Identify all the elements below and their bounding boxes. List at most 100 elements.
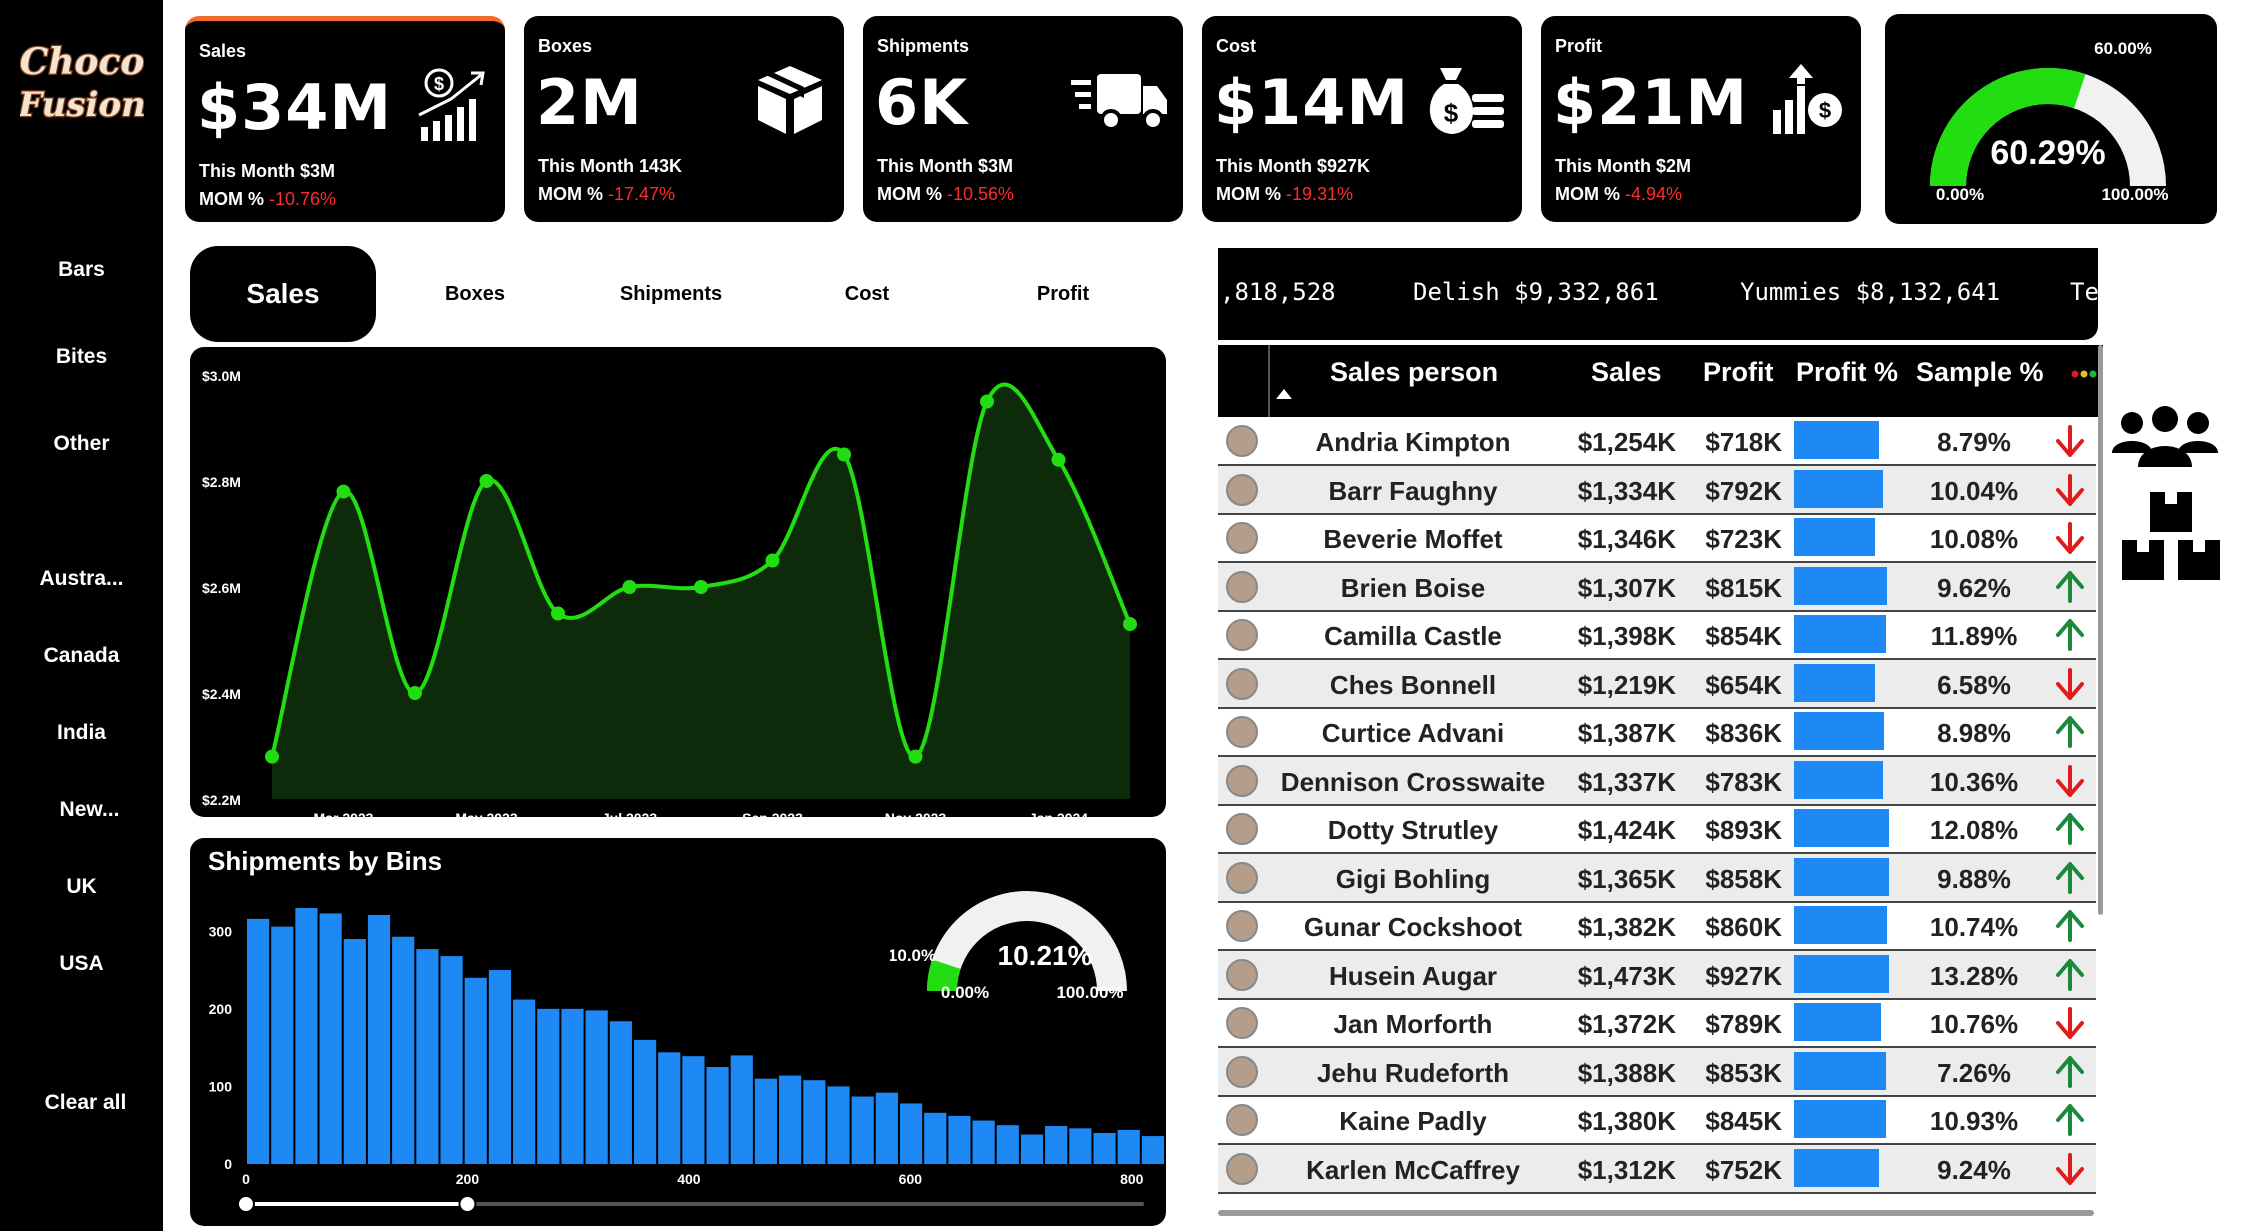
- table-row[interactable]: Jehu Rudeforth $1,388K $853K 7.26%: [1218, 1047, 2096, 1097]
- table-row[interactable]: Karlen McCaffrey $1,312K $752K 9.24%: [1218, 1144, 2096, 1194]
- table-horizontal-scrollbar[interactable]: [1218, 1210, 2094, 1216]
- data-point[interactable]: [837, 447, 851, 462]
- table-row[interactable]: Dotty Strutley $1,424K $893K 12.08%: [1218, 805, 2096, 854]
- histogram-bar[interactable]: [440, 956, 463, 1164]
- table-row[interactable]: Gigi Bohling $1,365K $858K 9.88%: [1218, 853, 2096, 903]
- histogram-bar[interactable]: [948, 1115, 971, 1164]
- histogram-bar[interactable]: [295, 908, 318, 1164]
- table-row[interactable]: Brien Boise $1,307K $815K 9.62%: [1218, 562, 2096, 612]
- col-profit-pct[interactable]: Profit %: [1796, 357, 1898, 388]
- table-row[interactable]: Dennison Crosswaite $1,337K $783K 10.36%: [1218, 756, 2096, 806]
- table-row[interactable]: Camilla Castle $1,398K $854K 11.89%: [1218, 611, 2096, 660]
- histogram-bar[interactable]: [658, 1052, 681, 1164]
- histogram-bar[interactable]: [682, 1056, 705, 1164]
- histogram-bar[interactable]: [1069, 1128, 1092, 1164]
- histogram-bar[interactable]: [996, 1125, 1019, 1164]
- histogram-bar[interactable]: [343, 939, 366, 1164]
- clear-all-button[interactable]: Clear all: [4, 1091, 167, 1115]
- slicer-product-bars[interactable]: Bars: [0, 258, 163, 282]
- histogram-bar[interactable]: [633, 1039, 657, 1164]
- slicer-product-bites[interactable]: Bites: [0, 345, 163, 369]
- tab-sales[interactable]: Sales: [190, 246, 376, 342]
- col-sample-pct[interactable]: Sample %: [1916, 357, 2044, 388]
- table-row[interactable]: Gunar Cockshoot $1,382K $860K 10.74%: [1218, 902, 2096, 951]
- sort-ascending-icon[interactable]: [1274, 387, 1294, 401]
- tab-shipments[interactable]: Shipments: [578, 246, 764, 342]
- tab-boxes[interactable]: Boxes: [382, 246, 568, 342]
- histogram-bar[interactable]: [247, 918, 270, 1164]
- profit-pct-bar: [1794, 906, 1887, 944]
- data-point[interactable]: [479, 474, 494, 488]
- histogram-bar[interactable]: [1020, 1134, 1044, 1164]
- data-point[interactable]: [980, 394, 994, 409]
- histogram-bar[interactable]: [1117, 1129, 1140, 1164]
- histogram-bar[interactable]: [367, 914, 391, 1164]
- range-slider-low-handle[interactable]: [237, 1195, 255, 1213]
- slicer-product-other[interactable]: Other: [0, 432, 163, 456]
- histogram-bar[interactable]: [609, 1021, 632, 1164]
- col-profit[interactable]: Profit: [1703, 357, 1774, 388]
- data-point[interactable]: [1051, 452, 1066, 467]
- histogram-bar[interactable]: [464, 977, 487, 1164]
- data-point[interactable]: [908, 749, 923, 764]
- histogram-bar[interactable]: [803, 1080, 826, 1164]
- slicer-country-uk[interactable]: UK: [0, 875, 163, 899]
- cell-sales: $1,337K: [1577, 766, 1676, 797]
- table-row[interactable]: Andria Kimpton $1,254K $718K 8.79%: [1218, 417, 2096, 466]
- tab-profit[interactable]: Profit: [970, 246, 1156, 342]
- tab-cost[interactable]: Cost: [774, 246, 960, 342]
- histogram-bar[interactable]: [754, 1078, 778, 1164]
- table-row[interactable]: Barr Faughny $1,334K $792K 10.04%: [1218, 465, 2096, 515]
- data-point[interactable]: [622, 580, 637, 594]
- histogram-bar[interactable]: [392, 936, 415, 1164]
- data-point[interactable]: [265, 749, 279, 764]
- table-row[interactable]: Ches Bonnell $1,219K $654K 6.58%: [1218, 659, 2096, 709]
- slicer-country-usa[interactable]: USA: [0, 952, 163, 976]
- table-row[interactable]: Jan Morforth $1,372K $789K 10.76%: [1218, 999, 2096, 1048]
- table-row[interactable]: Husein Augar $1,473K $927K 13.28%: [1218, 950, 2096, 1000]
- histogram-bar[interactable]: [561, 1008, 584, 1164]
- histogram-bar[interactable]: [585, 1010, 608, 1164]
- histogram-bar[interactable]: [513, 999, 536, 1164]
- col-sales-person[interactable]: Sales person: [1330, 357, 1498, 388]
- data-point[interactable]: [765, 553, 780, 568]
- x-tick-label: Sep 2023: [742, 810, 803, 817]
- histogram-bar[interactable]: [706, 1067, 729, 1164]
- histogram-bar[interactable]: [319, 913, 342, 1164]
- slicer-country-australia[interactable]: Austra...: [0, 567, 163, 591]
- histogram-bar[interactable]: [271, 926, 294, 1164]
- histogram-bar[interactable]: [416, 949, 439, 1164]
- x-tick-label: Jul 2023: [602, 810, 657, 817]
- data-point[interactable]: [408, 686, 422, 700]
- histogram-bar[interactable]: [972, 1120, 995, 1164]
- histogram-bar[interactable]: [924, 1112, 947, 1164]
- data-point[interactable]: [1123, 617, 1137, 632]
- cell-sample-pct: 10.08%: [1929, 524, 2019, 554]
- brand-sales-ticker: ,818,528 Delish $9,332,861 Yummies $8,13…: [1218, 248, 2098, 340]
- histogram-bar[interactable]: [899, 1103, 923, 1164]
- table-row[interactable]: Kaine Padly $1,380K $845K 10.93%: [1218, 1096, 2096, 1145]
- histogram-bar[interactable]: [1045, 1125, 1068, 1164]
- data-point[interactable]: [336, 484, 351, 499]
- histogram-bar[interactable]: [827, 1086, 850, 1164]
- data-point[interactable]: [694, 580, 708, 594]
- histogram-bar[interactable]: [851, 1096, 874, 1164]
- histogram-bar[interactable]: [488, 970, 512, 1164]
- table-scrollbar[interactable]: [2098, 345, 2103, 915]
- histogram-bar[interactable]: [875, 1092, 898, 1164]
- range-slider-high-handle[interactable]: [458, 1195, 477, 1213]
- histogram-bar[interactable]: [730, 1055, 753, 1164]
- histogram-bar[interactable]: [779, 1075, 802, 1164]
- slicer-country-india[interactable]: India: [0, 721, 163, 745]
- team-icon[interactable]: [2110, 405, 2220, 475]
- histogram-bar[interactable]: [1141, 1136, 1164, 1164]
- histogram-bar[interactable]: [1093, 1132, 1116, 1164]
- slicer-country-new-zealand[interactable]: New...: [8, 798, 171, 822]
- histogram-bar[interactable]: [537, 1008, 560, 1164]
- table-row[interactable]: Beverie Moffet $1,346K $723K 10.08%: [1218, 514, 2096, 563]
- slicer-country-canada[interactable]: Canada: [0, 644, 163, 668]
- data-point[interactable]: [551, 606, 565, 621]
- table-row[interactable]: Curtice Advani $1,387K $836K 8.98%: [1218, 708, 2096, 757]
- stacked-boxes-icon[interactable]: [2116, 488, 2226, 588]
- col-sales[interactable]: Sales: [1591, 357, 1662, 388]
